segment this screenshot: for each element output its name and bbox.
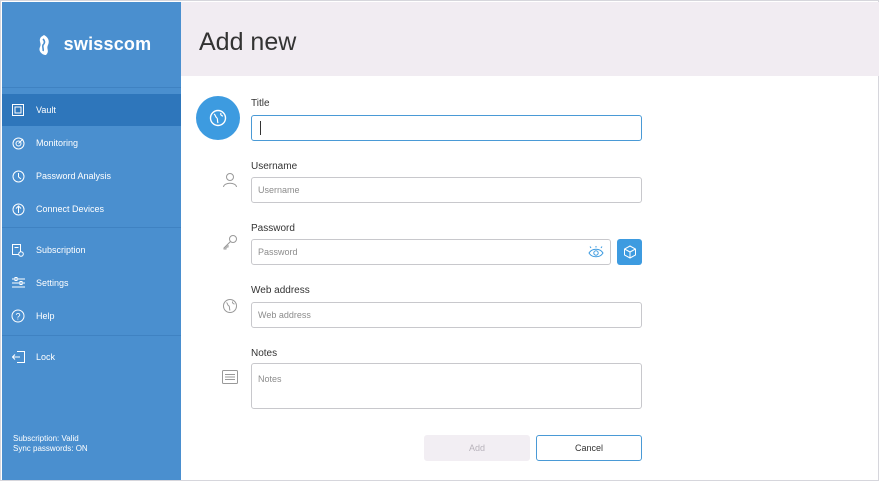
sidebar-item-label: Password Analysis (36, 171, 112, 181)
sidebar-item-settings[interactable]: Settings (2, 267, 181, 299)
cancel-button[interactable]: Cancel (536, 435, 642, 461)
sidebar: swisscom Vault Monitoring Password Analy… (2, 2, 181, 480)
swisscom-logo-icon (39, 34, 49, 55)
sidebar-item-subscription[interactable]: Subscription (2, 234, 181, 266)
sidebar-item-label: Subscription (36, 245, 86, 255)
settings-icon (11, 276, 25, 290)
sidebar-item-monitoring[interactable]: Monitoring (2, 127, 181, 159)
subscription-icon (11, 243, 25, 257)
sidebar-item-password-analysis[interactable]: Password Analysis (2, 160, 181, 192)
sidebar-item-lock[interactable]: Lock (2, 341, 181, 373)
notes-label: Notes (251, 348, 278, 359)
web-address-placeholder: Web address (258, 310, 311, 320)
web-address-label: Web address (251, 285, 310, 296)
page-header: Add new (181, 2, 879, 76)
sidebar-item-label: Help (36, 311, 55, 321)
sidebar-divider (2, 227, 181, 228)
sidebar-item-connect-devices[interactable]: Connect Devices (2, 193, 181, 225)
connect-devices-icon (11, 202, 25, 216)
web-address-input[interactable]: Web address (251, 302, 642, 328)
globe-icon (209, 109, 227, 127)
sidebar-divider (2, 335, 181, 336)
globe-icon (221, 297, 239, 315)
username-placeholder: Username (258, 185, 300, 195)
site-icon-badge[interactable] (196, 96, 240, 140)
password-analysis-icon (11, 169, 25, 183)
subscription-status-text: Subscription: Valid (13, 434, 79, 443)
notes-icon (221, 368, 239, 386)
sidebar-item-label: Connect Devices (36, 204, 105, 214)
app-window: swisscom Vault Monitoring Password Analy… (0, 0, 879, 481)
key-icon (221, 233, 239, 251)
brand-name: swisscom (63, 34, 152, 54)
generate-password-button[interactable] (617, 239, 642, 265)
page-title: Add new (199, 28, 297, 56)
help-icon: ? (11, 309, 25, 323)
title-label: Title (251, 98, 270, 109)
sidebar-item-help[interactable]: ? Help (2, 300, 181, 332)
notes-textarea[interactable]: Notes (251, 363, 642, 409)
text-caret (260, 121, 261, 135)
password-input[interactable]: Password (251, 239, 611, 265)
vault-icon (11, 103, 25, 117)
show-password-eye-icon[interactable] (588, 246, 604, 260)
user-icon (221, 171, 239, 189)
title-input[interactable] (251, 115, 642, 141)
username-input[interactable]: Username (251, 177, 642, 203)
password-label: Password (251, 223, 295, 234)
sidebar-item-label: Settings (36, 278, 69, 288)
sidebar-item-vault[interactable]: Vault (2, 94, 181, 126)
monitoring-icon (11, 136, 25, 150)
svg-text:?: ? (15, 312, 20, 322)
dice-icon (623, 245, 636, 259)
notes-placeholder: Notes (258, 374, 282, 384)
username-label: Username (251, 161, 298, 172)
brand-logo: swisscom (2, 2, 181, 88)
sidebar-item-label: Monitoring (36, 138, 79, 148)
sync-status-text: Sync passwords: ON (13, 444, 88, 453)
add-button[interactable]: Add (424, 435, 530, 461)
sync-status: Subscription: Valid Sync passwords: ON (13, 434, 88, 454)
lock-icon (11, 350, 25, 364)
sidebar-item-label: Lock (36, 352, 56, 362)
sidebar-item-label: Vault (36, 105, 56, 115)
password-placeholder: Password (258, 247, 298, 257)
